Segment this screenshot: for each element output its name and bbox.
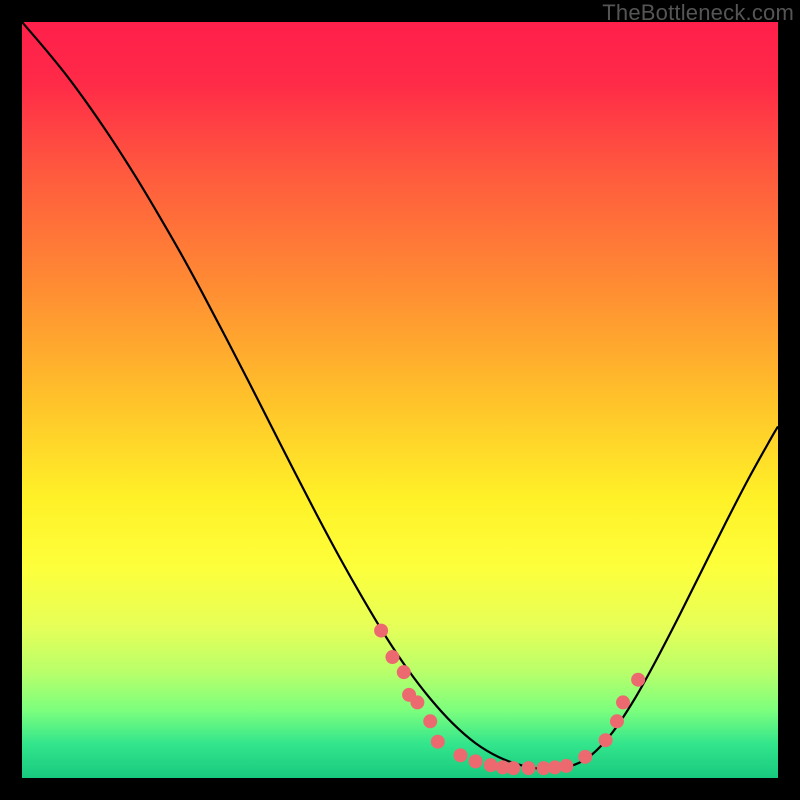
- marker-point: [610, 714, 624, 728]
- chart-svg: [22, 22, 778, 778]
- marker-point: [559, 759, 573, 773]
- marker-point: [599, 733, 613, 747]
- marker-point: [431, 735, 445, 749]
- marker-point: [385, 650, 399, 664]
- marker-point: [397, 665, 411, 679]
- marker-point: [469, 754, 483, 768]
- marker-point: [374, 624, 388, 638]
- marker-point: [423, 714, 437, 728]
- watermark-text: TheBottleneck.com: [602, 0, 794, 26]
- plot-area: [22, 22, 778, 778]
- marker-point: [506, 761, 520, 775]
- marker-point: [616, 695, 630, 709]
- marker-point: [410, 695, 424, 709]
- marker-point: [453, 748, 467, 762]
- marker-point: [578, 750, 592, 764]
- marker-point: [484, 758, 498, 772]
- marker-point: [522, 761, 536, 775]
- marker-point: [631, 673, 645, 687]
- gradient-background: [22, 22, 778, 778]
- chart-frame: TheBottleneck.com: [0, 0, 800, 800]
